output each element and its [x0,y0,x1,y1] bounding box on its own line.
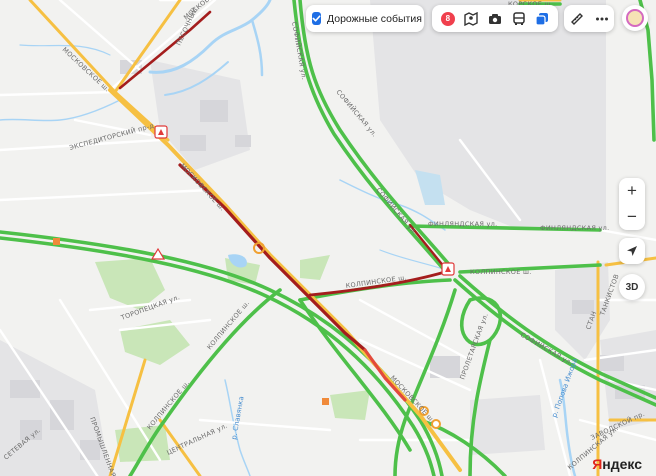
location-arrow-icon [627,246,637,256]
highway-shield-icon [322,398,329,405]
layers-icon [535,12,549,26]
layers-button[interactable] [532,9,552,29]
traffic-events-toggle[interactable]: Дорожные события [306,5,424,32]
check-icon [312,15,321,22]
panorama-button[interactable] [461,9,481,29]
svg-text:КОЛПИНСКОЕ ш.: КОЛПИНСКОЕ ш. [470,268,532,276]
layers-toolbar: 8 [432,5,558,32]
logo-rest: ндекс [602,456,642,472]
user-avatar[interactable] [622,5,648,31]
highway-shield-icon [53,238,60,245]
locate-button[interactable] [619,238,645,264]
traffic-events-checkbox[interactable] [312,12,321,25]
camera-button[interactable] [485,9,505,29]
svg-text:ФИНЛЯНДСКАЯ ул.: ФИНЛЯНДСКАЯ ул. [540,224,609,232]
transport-button[interactable] [509,9,529,29]
map-canvas[interactable]: МОСКОВСКОЕ ш. МОСКОВСКОЕ ш. МОСКОВСКОЕ ш… [0,0,656,476]
zoom-in-button[interactable]: + [619,178,645,204]
svg-text:ФИНЛЯНДСКАЯ ул.: ФИНЛЯНДСКАЯ ул. [428,220,497,228]
bus-icon [512,11,525,25]
zoom-out-button[interactable]: − [619,204,645,230]
avatar-image [626,9,644,27]
panorama-icon [464,11,479,26]
ruler-icon [570,12,583,25]
more-icon [595,17,608,20]
tools-toolbar [564,5,614,32]
zoom-control: + − [619,178,645,230]
traffic-score-button[interactable]: 8 [438,9,458,29]
ruler-button[interactable] [567,9,587,29]
traffic-score-badge: 8 [440,11,455,26]
more-button[interactable] [592,9,612,29]
3d-button[interactable]: 3D [619,274,645,300]
traffic-events-label: Дорожные события [327,12,422,25]
yandex-logo: Яндекс [592,456,642,472]
logo-first-letter: Я [592,456,603,472]
camera-icon [488,13,501,24]
